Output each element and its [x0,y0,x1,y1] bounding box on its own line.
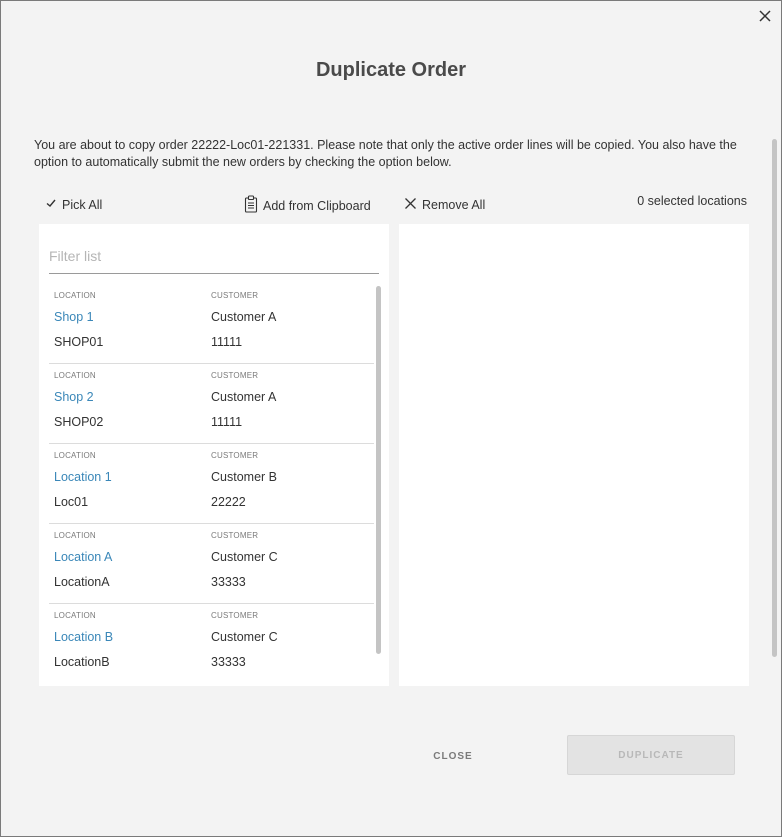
customer-column-label: CUSTOMER [211,451,259,460]
close-button[interactable]: CLOSE [413,749,493,763]
location-column-label: LOCATION [54,451,96,460]
dialog-description: You are about to copy order 22222-Loc01-… [34,138,737,169]
clipboard-icon [244,195,263,216]
selected-locations-count: 0 selected locations [637,194,747,208]
selected-locations-panel [399,224,749,686]
dialog-scrollbar[interactable] [772,139,777,657]
filter-input[interactable] [49,238,379,274]
list-item[interactable]: LOCATION CUSTOMER Location 1 Loc01 Custo… [49,444,374,524]
pick-all-label: Pick All [62,197,103,212]
list-scrollbar[interactable] [376,286,381,654]
remove-all-button[interactable]: Remove All [404,197,485,213]
location-name[interactable]: Shop 1 [54,310,94,324]
close-icon[interactable] [757,8,773,24]
customer-name: Customer B [211,470,277,484]
customer-column-label: CUSTOMER [211,611,259,620]
customer-code: 33333 [211,575,246,589]
list-item[interactable]: LOCATION CUSTOMER Shop 1 SHOP01 Customer… [49,284,374,364]
list-item[interactable]: LOCATION CUSTOMER Shop 2 SHOP02 Customer… [49,364,374,444]
customer-column-label: CUSTOMER [211,371,259,380]
location-code: SHOP01 [54,335,104,349]
list-item[interactable]: LOCATION CUSTOMER Location B LocationB C… [49,604,374,684]
location-name[interactable]: Location B [54,630,113,644]
customer-name: Customer A [211,390,277,404]
location-code: LocationB [54,655,110,669]
location-name[interactable]: Location 1 [54,470,112,484]
customer-name: Customer C [211,630,278,644]
dialog-title: Duplicate Order [315,59,467,81]
location-code: LocationA [54,575,110,589]
add-from-clipboard-button[interactable]: Add from Clipboard [244,195,371,216]
available-locations-panel: LOCATION CUSTOMER Shop 1 SHOP01 Customer… [39,224,389,686]
location-name[interactable]: Shop 2 [54,390,94,404]
customer-name: Customer A [211,310,277,324]
duplicate-button[interactable]: DUPLICATE [567,735,735,775]
customer-column-label: CUSTOMER [211,291,259,300]
remove-all-label: Remove All [422,198,486,212]
checkmark-icon [45,197,62,212]
customer-code: 11111 [211,415,243,429]
location-column-label: LOCATION [54,531,96,540]
location-name[interactable]: Location A [54,550,112,564]
customer-name: Customer C [211,550,278,564]
duplicate-order-dialog: Duplicate Order You are about to copy or… [0,0,782,837]
x-icon [404,197,422,213]
list-item[interactable]: LOCATION CUSTOMER Location A LocationA C… [49,524,374,604]
customer-code: 22222 [211,495,246,509]
location-code: SHOP02 [54,415,104,429]
location-column-label: LOCATION [54,291,96,300]
add-from-clipboard-label: Add from Clipboard [263,198,371,213]
customer-code: 33333 [211,655,246,669]
customer-code: 11111 [211,335,243,349]
location-column-label: LOCATION [54,611,96,620]
locations-list: LOCATION CUSTOMER Shop 1 SHOP01 Customer… [39,284,374,684]
location-code: Loc01 [54,495,89,509]
pick-all-button[interactable]: Pick All [45,197,102,212]
location-column-label: LOCATION [54,371,96,380]
customer-column-label: CUSTOMER [211,531,259,540]
